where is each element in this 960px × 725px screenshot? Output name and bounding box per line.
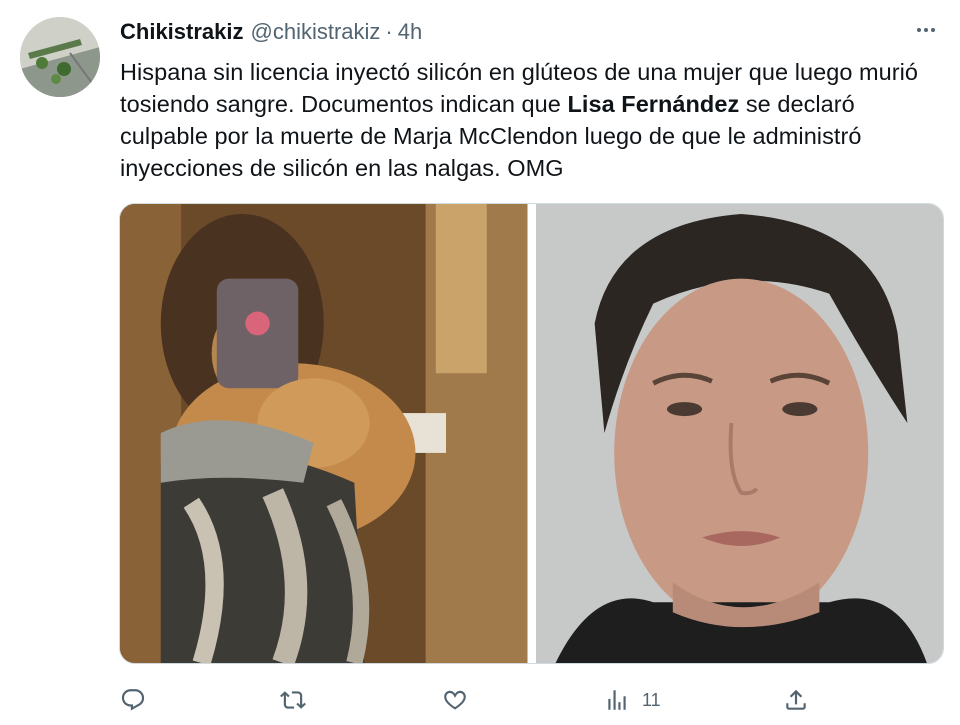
share-upload-icon — [783, 687, 809, 713]
timestamp[interactable]: 4h — [398, 19, 422, 45]
tweet-text: Hispana sin licencia inyectó silicón en … — [120, 56, 935, 184]
tweet-card[interactable]: Chikistrakiz @chikistrakiz · 4h Hispana … — [0, 0, 960, 725]
media-grid — [119, 203, 944, 664]
like-button[interactable] — [442, 684, 468, 716]
tweet-header: Chikistrakiz @chikistrakiz · 4h — [120, 17, 422, 47]
display-name[interactable]: Chikistrakiz — [120, 19, 244, 45]
heart-icon — [442, 687, 468, 713]
media-photo-mugshot[interactable] — [535, 204, 943, 663]
retweet-arrows-icon — [280, 687, 306, 713]
views-button[interactable]: 11 — [604, 684, 661, 716]
tweet-text-bold-name: Lisa Fernández — [567, 91, 740, 117]
user-handle[interactable]: @chikistrakiz — [251, 19, 381, 45]
tweet-actions: 11 — [120, 684, 820, 716]
share-button[interactable] — [783, 684, 809, 716]
more-options-button[interactable] — [908, 20, 944, 44]
avatar[interactable] — [20, 17, 100, 97]
media-photo-selfie[interactable] — [120, 204, 528, 663]
reply-bubble-icon — [120, 687, 146, 713]
views-count: 11 — [642, 689, 661, 710]
retweet-button[interactable] — [280, 684, 306, 716]
separator-dot: · — [385, 19, 393, 44]
bar-chart-icon — [604, 687, 630, 713]
reply-button[interactable] — [120, 684, 146, 716]
more-horizontal-icon — [914, 18, 938, 47]
